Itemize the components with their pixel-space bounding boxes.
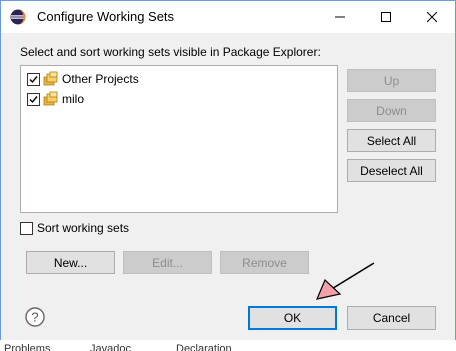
checkmark-icon xyxy=(29,95,38,103)
deselect-all-button[interactable]: Deselect All xyxy=(347,159,436,182)
cancel-button[interactable]: Cancel xyxy=(347,306,436,330)
eclipse-app-icon xyxy=(10,9,26,25)
tab-problems[interactable]: Problems xyxy=(4,342,50,351)
help-icon[interactable]: ? xyxy=(25,307,45,327)
configure-working-sets-dialog: Configure Working Sets Select and sort w… xyxy=(0,0,456,342)
working-set-icon xyxy=(43,71,58,86)
working-set-label: milo xyxy=(62,92,85,106)
remove-button[interactable]: Remove xyxy=(220,251,309,274)
sort-working-sets-checkbox[interactable] xyxy=(20,222,33,235)
new-button[interactable]: New... xyxy=(26,251,115,274)
close-icon xyxy=(427,12,437,22)
checkmark-icon xyxy=(29,75,38,83)
minimize-button[interactable] xyxy=(317,1,363,33)
working-set-label: Other Projects xyxy=(62,72,139,86)
edit-button[interactable]: Edit... xyxy=(123,251,212,274)
close-button[interactable] xyxy=(409,1,455,33)
select-all-button[interactable]: Select All xyxy=(347,129,436,152)
list-item[interactable]: Other Projects xyxy=(27,70,139,88)
minimize-icon xyxy=(335,16,345,18)
maximize-icon xyxy=(381,12,391,22)
working-set-checkbox[interactable] xyxy=(27,72,40,86)
sort-working-sets-label: Sort working sets xyxy=(37,221,130,235)
working-sets-list[interactable]: Other Projects milo xyxy=(20,65,338,213)
up-button[interactable]: Up xyxy=(347,69,436,92)
instruction-label: Select and sort working sets visible in … xyxy=(20,45,321,59)
maximize-button[interactable] xyxy=(363,1,409,33)
working-set-checkbox[interactable] xyxy=(27,92,40,106)
window-title: Configure Working Sets xyxy=(37,9,175,24)
ok-button[interactable]: OK xyxy=(248,306,337,330)
down-button[interactable]: Down xyxy=(347,99,436,122)
tab-declaration[interactable]: Declaration xyxy=(176,342,232,351)
tab-javadoc[interactable]: Javadoc xyxy=(90,342,131,351)
background-tab-strip: Problems Javadoc Declaration xyxy=(0,340,456,351)
svg-text:?: ? xyxy=(31,310,38,325)
working-set-icon xyxy=(43,91,58,106)
list-item[interactable]: milo xyxy=(27,90,84,108)
title-bar: Configure Working Sets xyxy=(1,1,455,33)
